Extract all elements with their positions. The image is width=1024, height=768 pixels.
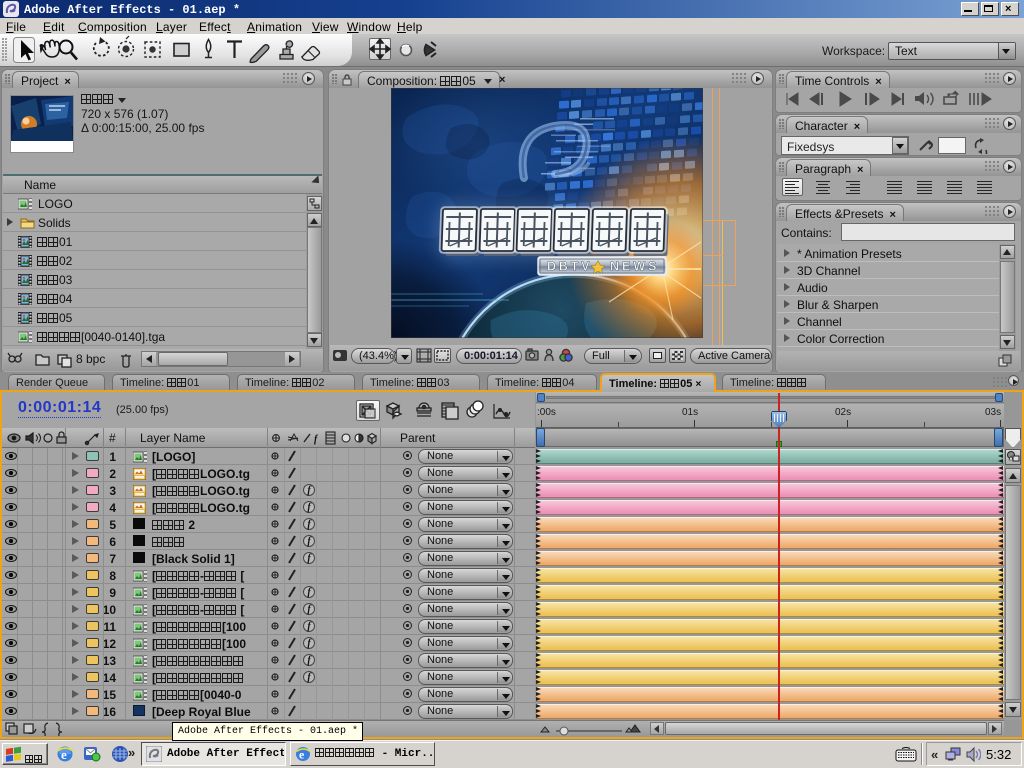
svg-text:Parent: Parent [400,431,436,445]
svg-text:DBTV: DBTV [547,260,591,274]
svg-text:Layer Name: Layer Name [140,431,206,445]
svg-text:NEWS: NEWS [610,260,658,274]
svg-text:#: # [109,431,116,445]
svg-text:f: f [314,434,319,445]
